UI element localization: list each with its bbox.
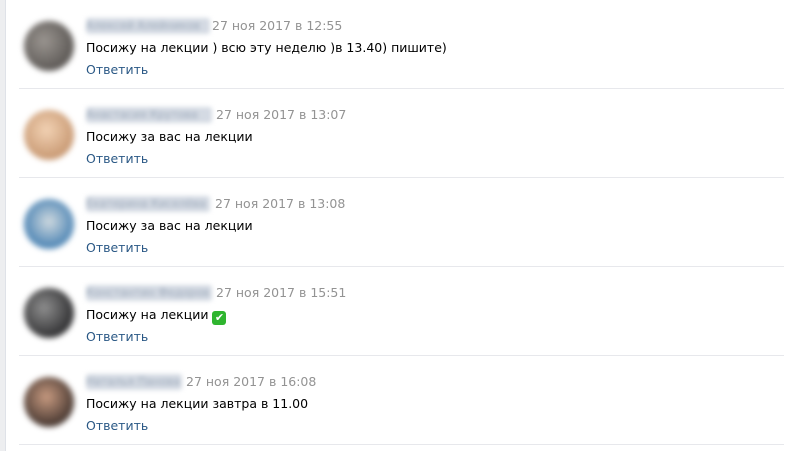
author-name[interactable]: Екатерина Киселёва	[86, 196, 210, 212]
comment-text: Посижу на лекции ✔	[86, 306, 227, 325]
comment-date[interactable]: 27 ноя 2017 в 13:07	[216, 107, 346, 123]
author-name[interactable]: Наталья Панова	[86, 374, 182, 390]
avatar[interactable]	[24, 21, 74, 71]
avatar[interactable]	[24, 110, 74, 160]
reply-button[interactable]: Ответить	[86, 417, 148, 434]
avatar[interactable]	[24, 199, 74, 249]
comment-item: Екатерина Киселёва 27 ноя 2017 в 13:08 П…	[6, 178, 799, 267]
author-name[interactable]: Алексей Алейников	[86, 18, 210, 34]
reply-button[interactable]: Ответить	[86, 239, 148, 256]
comment-date[interactable]: 27 ноя 2017 в 16:08	[186, 374, 316, 390]
comment-date[interactable]: 27 ноя 2017 в 13:08	[215, 196, 345, 212]
comment-date[interactable]: 27 ноя 2017 в 15:51	[216, 285, 346, 301]
comment-item: Константин Федоров 27 ноя 2017 в 15:51 П…	[6, 267, 799, 356]
reply-button[interactable]: Ответить	[86, 61, 148, 78]
author-name[interactable]: Константин Федоров	[86, 285, 212, 301]
comment-date[interactable]: 27 ноя 2017 в 12:55	[212, 18, 342, 34]
divider	[19, 444, 784, 445]
comment-text: Посижу на лекции ) всю эту неделю )в 13.…	[86, 40, 447, 55]
comment-item: Алексей Алейников 27 ноя 2017 в 12:55 По…	[6, 0, 799, 89]
check-mark-emoji-icon: ✔	[212, 311, 227, 325]
avatar[interactable]	[24, 377, 74, 427]
comments-panel: Алексей Алейников 27 ноя 2017 в 12:55 По…	[5, 0, 799, 451]
comment-text: Посижу на лекции завтра в 11.00	[86, 396, 309, 411]
comment-item: Анастасия Крутова 27 ноя 2017 в 13:07 По…	[6, 89, 799, 178]
comment-text: Посижу за вас на лекции	[86, 218, 253, 233]
reply-button[interactable]: Ответить	[86, 328, 148, 345]
comment-item: Наталья Панова 27 ноя 2017 в 16:08 Посиж…	[6, 356, 799, 445]
author-name[interactable]: Анастасия Крутова	[86, 107, 212, 123]
avatar[interactable]	[24, 288, 74, 338]
reply-button[interactable]: Ответить	[86, 150, 148, 167]
comment-text: Посижу за вас на лекции	[86, 129, 253, 144]
